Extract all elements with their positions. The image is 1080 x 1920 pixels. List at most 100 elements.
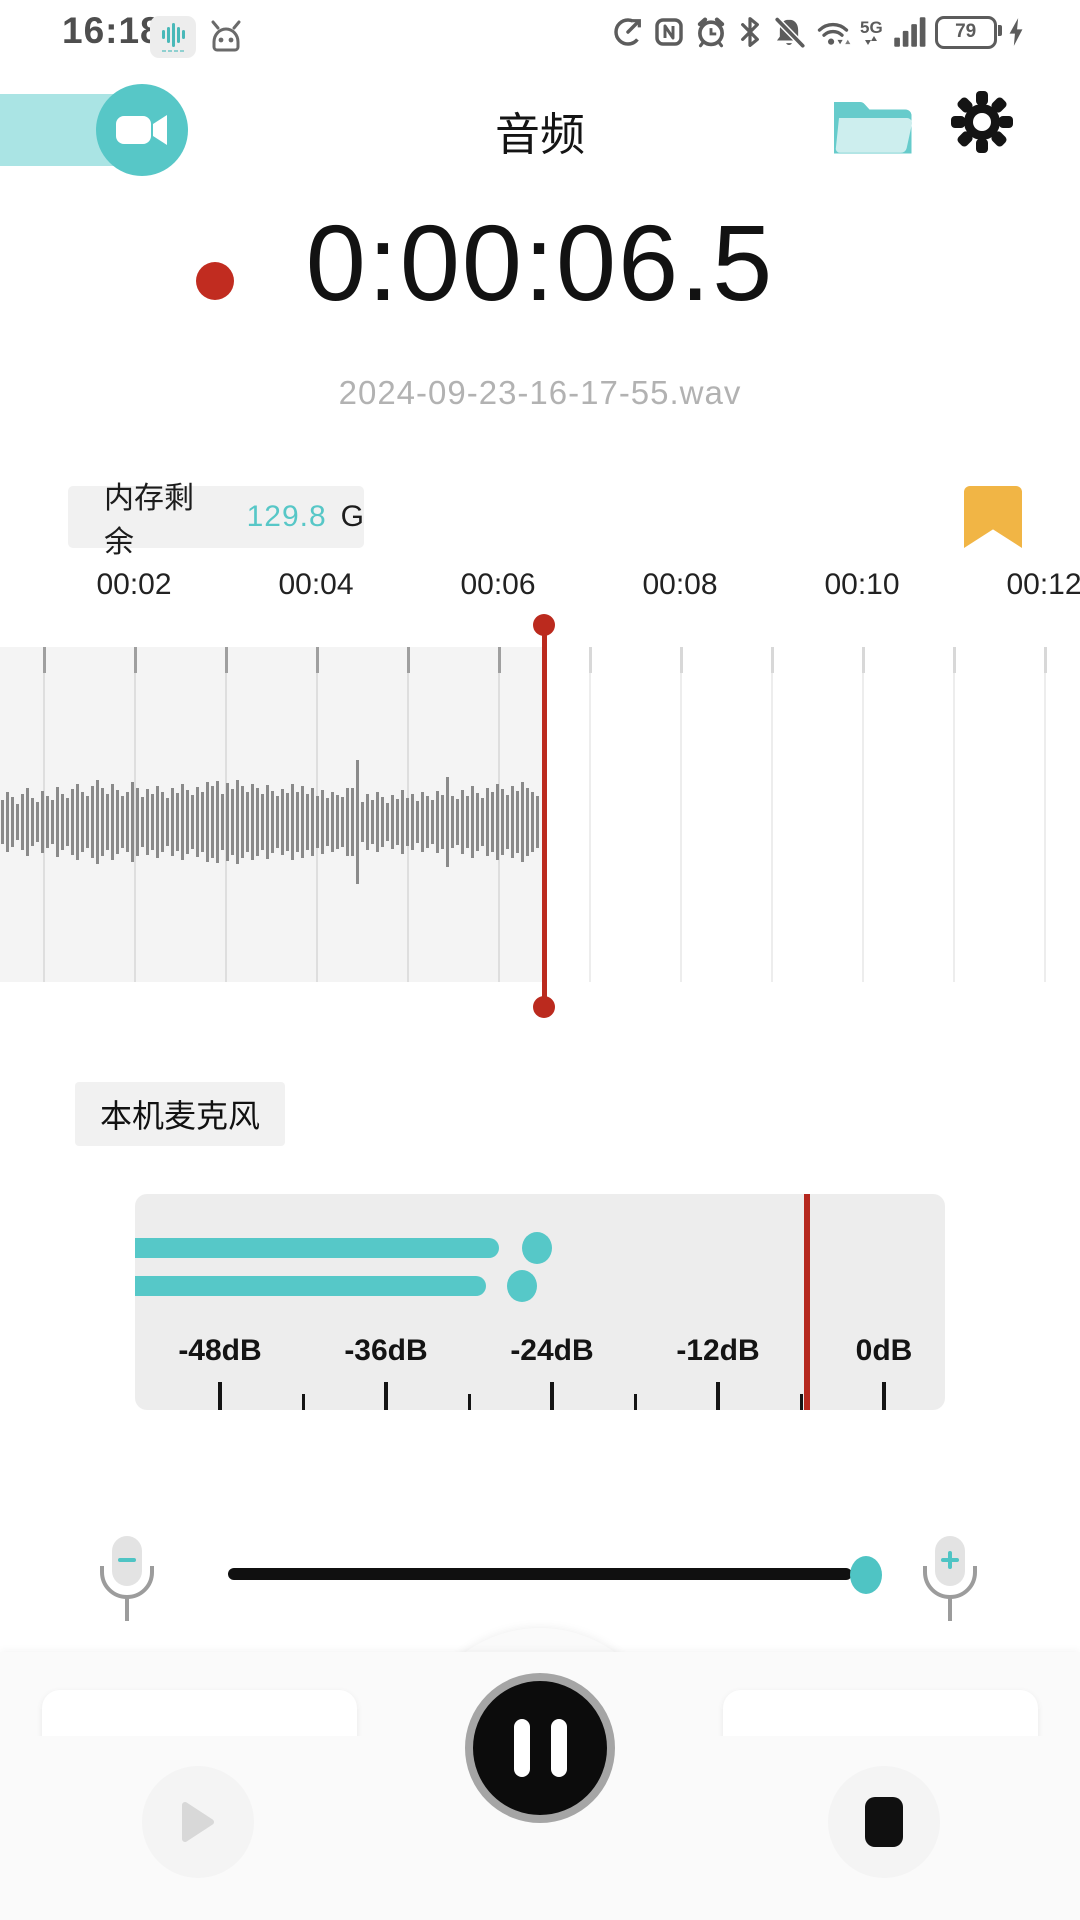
wave-tick <box>1044 647 1047 673</box>
waveform-bar <box>56 787 59 857</box>
waveform-panel[interactable] <box>0 647 1080 982</box>
level-meter: -48dB-36dB-24dB-12dB0dB <box>135 1194 945 1410</box>
network-type-indicator: 5G <box>860 19 883 45</box>
waveform-bar <box>391 795 394 849</box>
settings-button[interactable] <box>950 90 1014 159</box>
waveform-bar <box>486 788 489 856</box>
waveform-bar <box>116 790 119 854</box>
waveform-bar <box>166 798 169 846</box>
wave-tick <box>771 647 774 673</box>
waveform-bar <box>501 789 504 855</box>
charging-bolt-icon <box>1006 17 1026 47</box>
waveform-bar <box>521 782 524 862</box>
wave-tick <box>589 647 592 673</box>
waveform-bar <box>286 793 289 851</box>
waveform-bar <box>191 795 194 849</box>
waveform-bar <box>11 797 14 847</box>
waveform-bar <box>6 792 9 852</box>
waveform-bar <box>61 794 64 850</box>
mic-volume-slider-knob[interactable] <box>850 1556 882 1594</box>
waveform-bar <box>401 790 404 854</box>
waveform-bar <box>176 793 179 851</box>
waveform-bar <box>436 791 439 853</box>
play-button[interactable] <box>142 1766 254 1878</box>
waveform-bar <box>526 788 529 856</box>
waveform-bar <box>1 800 4 844</box>
waveform-bar <box>351 788 354 856</box>
data-saver-icon <box>612 16 644 48</box>
waveform-bar <box>321 790 324 854</box>
wave-gridline <box>953 647 955 982</box>
storage-value: 129.8 <box>247 500 327 534</box>
waveform-bar <box>236 780 239 864</box>
waveform-bar <box>31 798 34 846</box>
meter-level-bar <box>135 1238 499 1258</box>
waveform-bar <box>76 784 79 860</box>
waveform-bar <box>376 792 379 852</box>
stop-button[interactable] <box>828 1766 940 1878</box>
waveform-bar <box>151 794 154 850</box>
waveform-bar <box>136 788 139 856</box>
waveform-bar <box>296 792 299 852</box>
wave-tick <box>43 647 46 673</box>
wave-tick <box>407 647 410 673</box>
waveform-bar <box>356 760 359 884</box>
timeline-label: 00:04 <box>278 568 353 602</box>
waveform-bar <box>341 797 344 847</box>
equalizer-icon <box>162 23 185 47</box>
waveform-bar <box>366 794 369 850</box>
wave-tick <box>134 647 137 673</box>
waveform-bar <box>46 796 49 848</box>
pause-button[interactable] <box>465 1673 615 1823</box>
waveform-bar <box>26 788 29 856</box>
meter-peak-dot <box>507 1270 537 1302</box>
mic-volume-slider[interactable] <box>228 1568 852 1580</box>
waveform-bar <box>246 792 249 852</box>
waveform-bar <box>481 798 484 846</box>
badge-caption-marks <box>162 50 184 52</box>
waveform-bar <box>491 792 494 852</box>
waveform-bar <box>456 799 459 845</box>
bookmark-marker-button[interactable] <box>964 486 1022 548</box>
meter-major-tick <box>716 1382 720 1410</box>
waveform-bar <box>91 786 94 858</box>
alarm-icon <box>694 15 728 49</box>
waveform-bar <box>81 792 84 852</box>
waveform-bar <box>466 796 469 848</box>
waveform-bar <box>111 784 114 860</box>
waveform-bar <box>421 792 424 852</box>
meter-minor-tick <box>468 1394 471 1410</box>
meter-minor-tick <box>634 1394 637 1410</box>
waveform-bar <box>396 799 399 845</box>
waveform-bar <box>311 788 314 856</box>
bell-muted-icon <box>772 15 806 49</box>
waveform-bar <box>471 786 474 858</box>
waveform-bar <box>231 789 234 855</box>
meter-major-tick <box>218 1382 222 1410</box>
timeline-label: 00:10 <box>824 568 899 602</box>
waveform-bar <box>21 794 24 850</box>
waveform-bar <box>281 789 284 855</box>
waveform-bar <box>531 792 534 852</box>
wave-tick <box>680 647 683 673</box>
mic-volume-down-button[interactable] <box>92 1528 162 1633</box>
waveform-bar <box>171 788 174 856</box>
nfc-icon <box>653 16 685 48</box>
status-icons: 5G 79 <box>612 12 1032 52</box>
recordings-folder-button[interactable] <box>826 94 920 165</box>
waveform-bar <box>386 803 389 841</box>
timeline-ruler[interactable]: 00:0200:0400:0600:0800:1000:12 <box>0 568 1080 612</box>
playhead-line[interactable] <box>542 630 547 1002</box>
waveform-bar <box>161 792 164 852</box>
meter-major-tick <box>384 1382 388 1410</box>
waveform-bar <box>41 791 44 853</box>
waveform-bar <box>36 802 39 842</box>
minus-icon <box>118 1558 136 1562</box>
wave-tick <box>862 647 865 673</box>
mic-volume-up-button[interactable] <box>915 1528 985 1633</box>
playhead-bottom-handle[interactable] <box>533 996 555 1018</box>
waveform-bar <box>256 788 259 856</box>
waveform-bar <box>251 784 254 860</box>
robot-notification-icon <box>206 16 246 56</box>
wave-tick <box>225 647 228 673</box>
